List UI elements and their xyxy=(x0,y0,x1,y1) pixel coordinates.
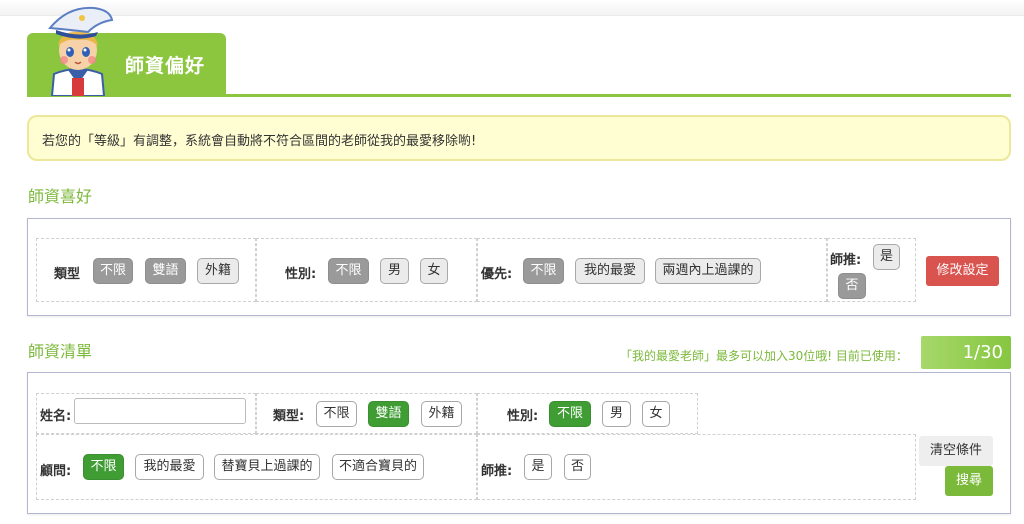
pref-recommend-cell: 師推: 是 否 xyxy=(827,238,916,302)
pref-recommend-yes[interactable]: 是 xyxy=(873,244,900,270)
list-recommend-yes[interactable]: 是 xyxy=(524,454,552,480)
list-recommend-cell: 師推: 是 否 xyxy=(477,434,916,500)
advisor-cell: 顧問: 不限 我的最愛 替寶貝上過課的 不適合寶貝的 xyxy=(36,434,477,500)
advisor-unlimited[interactable]: 不限 xyxy=(83,454,124,480)
pref-recommend-label: 師推: xyxy=(830,253,862,268)
pref-priority-label: 優先: xyxy=(481,267,513,282)
pref-gender-male[interactable]: 男 xyxy=(380,258,409,284)
list-gender-female[interactable]: 女 xyxy=(642,401,670,427)
header-divider xyxy=(27,94,1011,97)
list-recommend-label: 師推: xyxy=(481,464,513,479)
clear-filters-button[interactable]: 清空條件 xyxy=(919,436,993,466)
pref-priority-favorite[interactable]: 我的最愛 xyxy=(575,258,645,284)
advisor-not-suitable[interactable]: 不適合寶貝的 xyxy=(332,454,424,480)
preferences-panel: 類型 不限 雙語 外籍 性別: 不限 男 女 優先: 不限 我的最愛 兩週內上過… xyxy=(27,218,1011,316)
level-notice: 若您的「等級」有調整，系統會自動將不符合區間的老師從我的最愛移除喲! xyxy=(27,115,1011,161)
pref-type-unlimited[interactable]: 不限 xyxy=(93,258,133,284)
pref-type-bilingual[interactable]: 雙語 xyxy=(145,258,186,284)
favorite-count-badge: 1/30 xyxy=(921,336,1011,369)
favorite-limit-note: 「我的最愛老師」最多可以加入30位哦! 目前已使用： xyxy=(620,349,908,363)
pref-priority-unlimited[interactable]: 不限 xyxy=(523,258,564,284)
pref-gender-cell: 性別: 不限 男 女 xyxy=(256,238,477,302)
list-type-bilingual[interactable]: 雙語 xyxy=(368,401,409,427)
list-type-foreign[interactable]: 外籍 xyxy=(421,401,462,427)
page-title: 師資偏好 xyxy=(125,55,206,77)
search-button[interactable]: 搜尋 xyxy=(945,466,993,496)
top-bar xyxy=(0,0,1024,16)
teacher-list-panel: 姓名: 類型: 不限 雙語 外籍 性別: 不限 男 女 顧問: 不限 我的最愛 … xyxy=(27,372,1011,514)
advisor-favorite[interactable]: 我的最愛 xyxy=(135,454,204,480)
pref-recommend-no[interactable]: 否 xyxy=(838,273,866,299)
list-gender-male[interactable]: 男 xyxy=(602,401,631,427)
list-type-cell: 類型: 不限 雙語 外籍 xyxy=(256,393,477,434)
name-label: 姓名: xyxy=(40,409,72,424)
pref-priority-recent[interactable]: 兩週內上過課的 xyxy=(655,258,761,284)
page-header: 師資偏好 xyxy=(27,33,1011,97)
list-recommend-no[interactable]: 否 xyxy=(564,454,591,480)
pref-gender-unlimited[interactable]: 不限 xyxy=(328,258,369,284)
pref-gender-label: 性別: xyxy=(285,267,317,282)
list-gender-cell: 性別: 不限 男 女 xyxy=(477,393,698,434)
list-type-label: 類型: xyxy=(273,409,305,424)
pref-type-label: 類型 xyxy=(54,267,81,282)
list-gender-label: 性別: xyxy=(507,409,539,424)
sailor-mascot-icon xyxy=(48,6,114,96)
advisor-taught-child[interactable]: 替寶貝上過課的 xyxy=(214,454,320,480)
pref-type-foreign[interactable]: 外籍 xyxy=(197,258,239,284)
notice-text: 若您的「等級」有調整，系統會自動將不符合區間的老師從我的最愛移除喲! xyxy=(42,134,477,149)
teacher-list-title: 師資清單 xyxy=(28,342,93,361)
list-type-unlimited[interactable]: 不限 xyxy=(316,401,357,427)
edit-settings-button[interactable]: 修改設定 xyxy=(926,256,999,286)
name-input[interactable] xyxy=(74,398,246,424)
pref-type-cell: 類型 不限 雙語 外籍 xyxy=(36,238,256,302)
pref-priority-cell: 優先: 不限 我的最愛 兩週內上過課的 xyxy=(477,238,827,302)
advisor-label: 顧問: xyxy=(40,464,72,479)
list-gender-unlimited[interactable]: 不限 xyxy=(549,401,591,427)
preferences-title: 師資喜好 xyxy=(28,187,93,206)
pref-gender-female[interactable]: 女 xyxy=(420,258,448,284)
